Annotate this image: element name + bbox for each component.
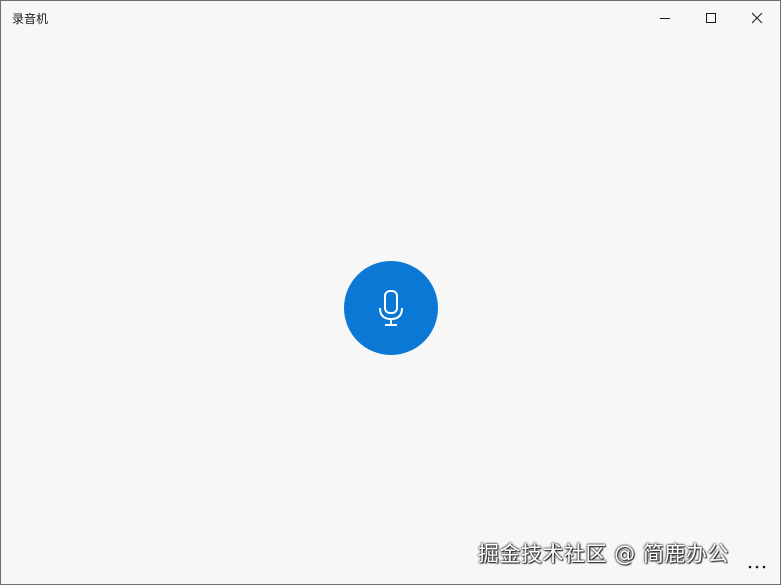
minimize-icon — [660, 18, 670, 19]
watermark-text: 掘金技术社区 @ 简鹿办公 — [478, 542, 729, 566]
close-button[interactable] — [734, 1, 780, 35]
minimize-button[interactable] — [642, 1, 688, 35]
recorder-main-area: 掘金技术社区 @ 简鹿办公 — [1, 35, 780, 584]
maximize-icon — [706, 13, 716, 23]
more-dots-icon[interactable] — [747, 562, 767, 572]
window-title: 录音机 — [12, 12, 49, 26]
close-icon — [751, 12, 763, 24]
record-button[interactable] — [344, 261, 438, 355]
title-bar[interactable]: 录音机 — [1, 1, 780, 35]
app-window: 录音机 掘金技术社区 @ 简鹿办公 — [0, 0, 781, 585]
maximize-button[interactable] — [688, 1, 734, 35]
microphone-icon — [379, 290, 403, 326]
